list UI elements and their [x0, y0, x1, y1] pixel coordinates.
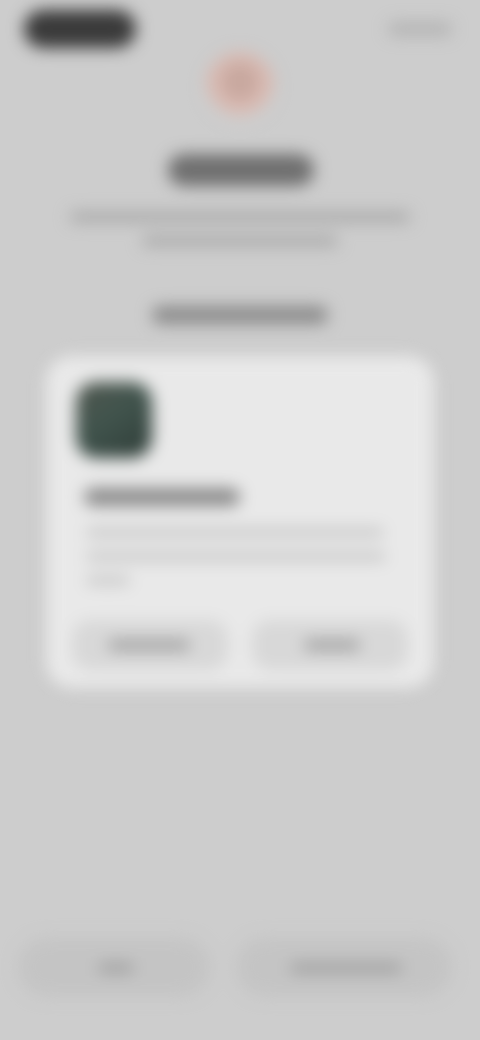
blurred-app-screen	[0, 0, 480, 1040]
status-pill	[24, 10, 136, 48]
app-title-placeholder	[84, 488, 240, 506]
primary-button-label-placeholder	[304, 640, 360, 650]
status-indicators	[388, 22, 452, 36]
description-line-2	[142, 236, 338, 246]
avatar	[205, 52, 275, 122]
secondary-button-label-placeholder	[108, 640, 190, 650]
bottom-right-label-placeholder	[290, 963, 402, 973]
app-description-line-1	[86, 528, 384, 537]
app-icon	[76, 382, 152, 458]
page-title-placeholder	[168, 154, 314, 186]
app-description-line-2	[86, 552, 386, 561]
description-line-1	[70, 212, 410, 222]
section-label-placeholder	[152, 306, 328, 324]
bottom-left-label-placeholder	[98, 963, 134, 973]
app-description-line-3	[86, 576, 130, 585]
